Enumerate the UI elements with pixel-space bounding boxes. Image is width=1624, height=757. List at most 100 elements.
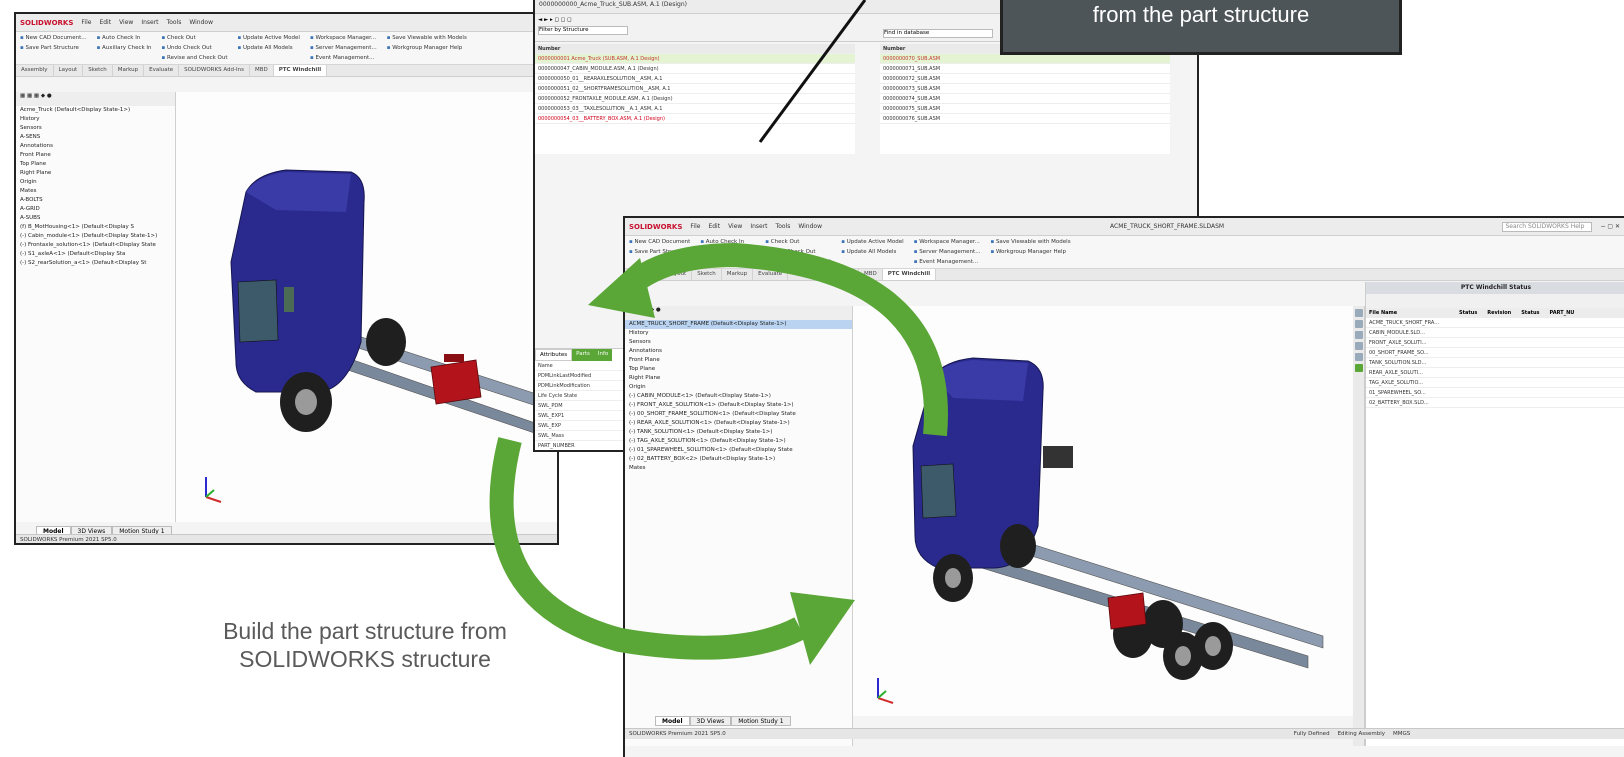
new-cad-document-button[interactable]: New CAD Document bbox=[629, 239, 690, 245]
bottom-tab-motion-study[interactable]: Motion Study 1 bbox=[731, 716, 791, 726]
tab-sketch[interactable]: Sketch bbox=[83, 65, 113, 76]
tree-item[interactable]: (-) Cabin_module<1> (Default<Display Sta… bbox=[16, 232, 175, 241]
tree-item[interactable]: Right Plane bbox=[16, 169, 175, 178]
tree-item[interactable]: Right Plane bbox=[625, 374, 852, 383]
tree-item[interactable]: (-) FRONT_AXLE_SOLUTION<1> (Default<Disp… bbox=[625, 401, 852, 410]
tab-attributes[interactable]: Attributes bbox=[535, 349, 573, 361]
tree-item[interactable]: Origin bbox=[16, 178, 175, 187]
window3-menu-window[interactable]: Window bbox=[798, 223, 822, 230]
table-row[interactable]: 0000000073_SUB.ASM bbox=[880, 84, 1170, 94]
tree-item[interactable]: A-BOLTS bbox=[16, 196, 175, 205]
revise-check-out-button[interactable]: Revise and Check Out bbox=[765, 259, 831, 265]
save-part-structure-button[interactable]: Save Part Structure bbox=[629, 249, 690, 255]
tree-item[interactable]: (-) Frontaxle_solution<1> (Default<Displ… bbox=[16, 241, 175, 250]
tree-item[interactable]: Acme_Truck (Default<Display State-1>) bbox=[16, 106, 175, 115]
window1-menu-tools[interactable]: Tools bbox=[167, 19, 182, 26]
tree-item[interactable]: (-) CABIN_MODULE<1> (Default<Display Sta… bbox=[625, 392, 852, 401]
table-row[interactable]: 0000000074_SUB.ASM bbox=[880, 94, 1170, 104]
window3-menu-insert[interactable]: Insert bbox=[750, 223, 767, 230]
status-units[interactable]: MMGS bbox=[1393, 731, 1410, 737]
check-out-button[interactable]: Check Out bbox=[765, 239, 831, 245]
tree-item[interactable]: (-) REAR_AXLE_SOLUTION<1> (Default<Displ… bbox=[625, 419, 852, 428]
task-pane-icon[interactable] bbox=[1355, 364, 1363, 372]
tree-item[interactable]: A-SUBS bbox=[16, 214, 175, 223]
window3-graphics-viewport[interactable] bbox=[853, 306, 1353, 716]
table-row[interactable]: FRONT_AXLE_SOLUTI... bbox=[1366, 338, 1624, 348]
workspace-manager-button[interactable]: Workspace Manager... bbox=[310, 35, 377, 41]
table-row[interactable]: 0000000070_SUB.ASM bbox=[880, 54, 1170, 64]
revise-check-out-button[interactable]: Revise and Check Out bbox=[162, 55, 227, 61]
tree-item[interactable]: ACME_TRUCK_SHORT_FRAME (Default<Display … bbox=[625, 320, 852, 329]
tab-evaluate[interactable]: Evaluate bbox=[753, 269, 789, 280]
bottom-tab-3d-views[interactable]: 3D Views bbox=[689, 716, 732, 726]
tab-addins[interactable]: SOLIDWORKS Add-Ins bbox=[788, 269, 859, 280]
tab-markup[interactable]: Markup bbox=[722, 269, 754, 280]
task-pane-icon[interactable] bbox=[1355, 331, 1363, 339]
save-part-structure-button[interactable]: Save Part Structure bbox=[20, 45, 87, 51]
workgroup-help-button[interactable]: Workgroup Manager Help bbox=[990, 249, 1070, 255]
tab-assembly[interactable]: Assembly bbox=[16, 65, 54, 76]
table-row[interactable]: 00_SHORT_FRAME_SO... bbox=[1366, 348, 1624, 358]
tree-item[interactable]: Origin bbox=[625, 383, 852, 392]
tree-item[interactable]: A-GRID bbox=[16, 205, 175, 214]
tree-item[interactable]: A-SENS bbox=[16, 133, 175, 142]
tree-item[interactable]: (-) S2_rearSolution_a<1> (Default<Displa… bbox=[16, 259, 175, 268]
window3-menu-file[interactable]: File bbox=[690, 223, 700, 230]
tree-item[interactable]: History bbox=[16, 115, 175, 124]
find-in-database-input[interactable]: Find in database bbox=[883, 29, 993, 38]
tab-mbd[interactable]: MBD bbox=[859, 269, 883, 280]
tree-item[interactable]: (-) 00_SHORT_FRAME_SOLUTION<1> (Default<… bbox=[625, 410, 852, 419]
update-all-models-button[interactable]: Update All Models bbox=[238, 45, 300, 51]
window3-menu-edit[interactable]: Edit bbox=[708, 223, 720, 230]
tab-info[interactable]: Info bbox=[593, 349, 613, 361]
task-pane-icon[interactable] bbox=[1355, 309, 1363, 317]
task-pane-icon[interactable] bbox=[1355, 320, 1363, 328]
tree-item[interactable]: Sensors bbox=[16, 124, 175, 133]
table-row[interactable]: 0000000071_SUB.ASM bbox=[880, 64, 1170, 74]
bottom-tab-model[interactable]: Model bbox=[655, 716, 690, 726]
table-row[interactable]: 01_SPAREWHEEL_SO... bbox=[1366, 388, 1624, 398]
tree-item[interactable]: Annotations bbox=[625, 347, 852, 356]
event-management-button[interactable]: Event Management... bbox=[310, 55, 377, 61]
tab-parts[interactable]: Parts bbox=[572, 349, 594, 361]
tab-sketch[interactable]: Sketch bbox=[692, 269, 722, 280]
filter-by-structure-input[interactable]: Filter by Structure bbox=[538, 26, 628, 35]
window1-menu-view[interactable]: View bbox=[119, 19, 133, 26]
task-pane-icon[interactable] bbox=[1355, 342, 1363, 350]
update-active-model-button[interactable]: Update Active Model bbox=[841, 239, 904, 245]
table-row[interactable]: TANK_SOLUTION.SLD... bbox=[1366, 358, 1624, 368]
window3-menu-tools[interactable]: Tools bbox=[776, 223, 791, 230]
table-row[interactable]: REAR_AXLE_SOLUTI... bbox=[1366, 368, 1624, 378]
workspace-manager-button[interactable]: Workspace Manager... bbox=[914, 239, 981, 245]
tree-item[interactable]: (-) TANK_SOLUTION<1> (Default<Display St… bbox=[625, 428, 852, 437]
table-row[interactable]: TAG_AXLE_SOLUTIO... bbox=[1366, 378, 1624, 388]
auto-check-in-button[interactable]: Auto Check In bbox=[97, 35, 152, 41]
tree-item[interactable]: Top Plane bbox=[625, 365, 852, 374]
server-management-button[interactable]: Server Management... bbox=[310, 45, 376, 51]
table-row[interactable]: 0000000072_SUB.ASM bbox=[880, 74, 1170, 84]
tab-markup[interactable]: Markup bbox=[113, 65, 145, 76]
table-row[interactable]: CABIN_MODULE.SLD... bbox=[1366, 328, 1624, 338]
help-search-input[interactable]: Search SOLIDWORKS Help bbox=[1502, 221, 1593, 232]
server-management-button[interactable]: Server Management... bbox=[914, 249, 980, 255]
tree-item[interactable]: (-) 02_BATTERY_BOX<2> (Default<Display S… bbox=[625, 455, 852, 464]
tree-item[interactable]: (f) B_MotHousing<1> (Default<Display S bbox=[16, 223, 175, 232]
window1-menu-file[interactable]: File bbox=[81, 19, 91, 26]
table-row[interactable]: 0000000075_SUB.ASM bbox=[880, 104, 1170, 114]
window1-menu-window[interactable]: Window bbox=[189, 19, 213, 26]
update-active-model-button[interactable]: Update Active Model bbox=[238, 35, 300, 41]
table-row[interactable]: 02_BATTERY_BOX.SLD... bbox=[1366, 398, 1624, 408]
tree-item[interactable]: Front Plane bbox=[16, 151, 175, 160]
workgroup-help-button[interactable]: Workgroup Manager Help bbox=[387, 45, 467, 51]
save-viewable-button[interactable]: Save Viewable with Models bbox=[990, 239, 1071, 245]
update-all-models-button[interactable]: Update All Models bbox=[841, 249, 903, 255]
check-out-button[interactable]: Check Out bbox=[162, 35, 228, 41]
auxiliary-check-in-button[interactable]: Auxiliary Check In bbox=[97, 45, 152, 51]
undo-check-out-button[interactable]: Undo Check Out bbox=[765, 249, 831, 255]
save-viewable-button[interactable]: Save Viewable with Models bbox=[387, 35, 467, 41]
tab-ptc-windchill[interactable]: PTC Windchill bbox=[882, 269, 937, 280]
auxiliary-check-in-button[interactable]: Auxiliary Check In bbox=[700, 249, 756, 255]
tree-item[interactable]: (-) S1_axleA<1> (Default<Display Sta bbox=[16, 250, 175, 259]
undo-check-out-button[interactable]: Undo Check Out bbox=[162, 45, 228, 51]
tab-ptc-windchill[interactable]: PTC Windchill bbox=[273, 65, 328, 76]
